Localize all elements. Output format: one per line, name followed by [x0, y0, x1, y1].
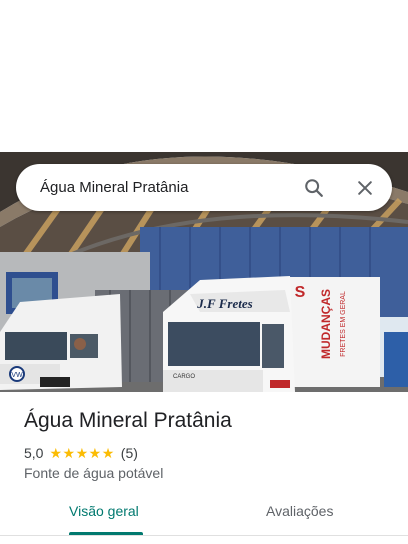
star-icon: ★ — [88, 445, 102, 461]
map-blank-area — [0, 0, 408, 152]
svg-text:S: S — [295, 284, 306, 301]
svg-text:CARGO: CARGO — [173, 374, 195, 380]
svg-text:FRETES EM GERAL: FRETES EM GERAL — [340, 291, 347, 357]
place-category: Fonte de água potável — [24, 465, 164, 481]
svg-text:J.F Fretes: J.F Fretes — [196, 296, 252, 311]
svg-text:MUDANÇAS: MUDANÇAS — [319, 289, 333, 359]
star-rating: ★ ★ ★ ★ ★ — [49, 446, 114, 460]
search-icon[interactable] — [300, 174, 328, 202]
star-icon: ★ — [62, 445, 76, 461]
tabs-divider — [0, 535, 408, 536]
tab-reviews[interactable]: Avaliações — [266, 503, 333, 519]
svg-text:VW: VW — [11, 372, 23, 379]
rating-row[interactable]: 5,0 ★ ★ ★ ★ ★ (5) — [24, 444, 138, 462]
search-query-text[interactable]: Água Mineral Pratânia — [40, 164, 188, 211]
star-icon: ★ — [75, 445, 89, 461]
close-icon[interactable] — [351, 174, 379, 202]
search-bar[interactable]: Água Mineral Pratânia — [16, 164, 392, 211]
star-icon: ★ — [49, 445, 63, 461]
star-icon: ★ — [101, 445, 115, 461]
place-title: Água Mineral Pratânia — [24, 409, 232, 432]
tab-overview[interactable]: Visão geral — [69, 503, 139, 519]
rating-value: 5,0 — [24, 445, 44, 461]
review-count[interactable]: (5) — [121, 445, 138, 461]
